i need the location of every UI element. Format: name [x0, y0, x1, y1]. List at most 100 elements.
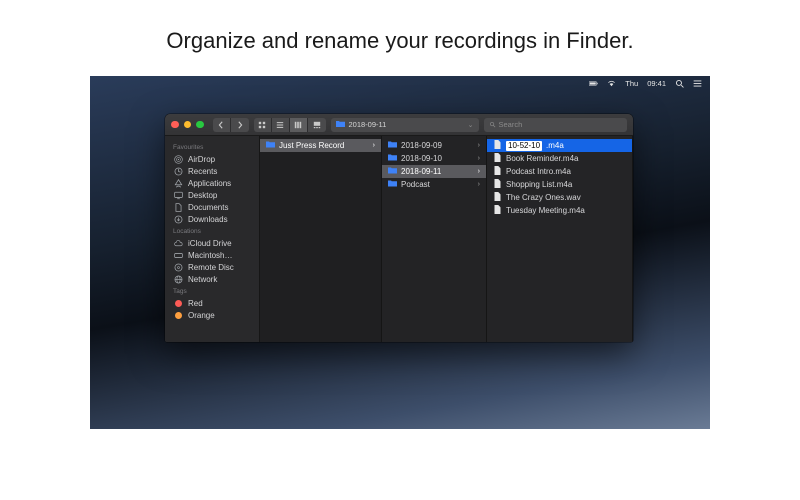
apps-icon: [173, 179, 183, 188]
folder-icon: [388, 179, 397, 190]
file-name: Tuesday Meeting.m4a: [506, 206, 585, 215]
file-name: Book Reminder.m4a: [506, 154, 578, 163]
column-3: 10-52-10.m4a Book Reminder.m4a Podcast I…: [487, 136, 633, 342]
folder-name: Just Press Record: [279, 141, 344, 150]
chevron-right-icon: ›: [478, 181, 480, 188]
folder-row[interactable]: 2018-09-09 ›: [382, 139, 486, 152]
nav-buttons: [213, 118, 249, 132]
sidebar-tag-orange[interactable]: Orange: [165, 309, 259, 321]
tag-icon: [173, 300, 183, 307]
file-row[interactable]: Tuesday Meeting.m4a: [487, 204, 632, 217]
sidebar-remote-disc[interactable]: Remote Disc: [165, 261, 259, 273]
sidebar-downloads[interactable]: Downloads: [165, 213, 259, 225]
sidebar-label: Remote Disc: [188, 263, 234, 272]
sidebar-airdrop[interactable]: AirDrop: [165, 153, 259, 165]
clock-icon: [173, 167, 183, 176]
search-field[interactable]: Search: [484, 118, 628, 132]
sidebar-label: Applications: [188, 179, 231, 188]
window-controls: [171, 121, 204, 129]
sidebar-label: Orange: [188, 311, 215, 320]
forward-button[interactable]: [231, 118, 249, 132]
folder-icon: [388, 153, 397, 164]
icon-view-button[interactable]: [254, 118, 272, 132]
spotlight-icon[interactable]: [675, 79, 684, 88]
folder-row[interactable]: 2018-09-11 ›: [382, 165, 486, 178]
desktop-icon: [173, 191, 183, 200]
macos-menubar: Thu 09:41: [581, 76, 710, 90]
file-row[interactable]: Book Reminder.m4a: [487, 152, 632, 165]
sidebar-section-header: Locations: [165, 225, 259, 237]
path-bar[interactable]: 2018-09-11 ⌄: [331, 118, 479, 132]
wifi-icon: [607, 79, 616, 88]
menubar-day: Thu: [625, 79, 638, 88]
search-placeholder: Search: [499, 120, 523, 129]
file-icon: [493, 179, 502, 190]
sidebar-recents[interactable]: Recents: [165, 165, 259, 177]
disc-icon: [173, 263, 183, 272]
folder-row[interactable]: 2018-09-10 ›: [382, 152, 486, 165]
sidebar-label: Recents: [188, 167, 217, 176]
finder-sidebar: Favourites AirDrop Recents Applications …: [165, 136, 260, 342]
cloud-icon: [173, 239, 183, 248]
column-view-button[interactable]: [290, 118, 308, 132]
menubar-time: 09:41: [647, 79, 666, 88]
file-name: Shopping List.m4a: [506, 180, 572, 189]
desktop-screenshot: Thu 09:41 2018-09-11: [90, 76, 710, 429]
file-row[interactable]: Shopping List.m4a: [487, 178, 632, 191]
sidebar-network[interactable]: Network: [165, 273, 259, 285]
gallery-view-button[interactable]: [308, 118, 326, 132]
folder-row[interactable]: Just Press Record ›: [260, 139, 381, 152]
folder-name: 2018-09-11: [401, 167, 441, 176]
battery-icon: [589, 79, 598, 88]
sidebar-label: AirDrop: [188, 155, 215, 164]
folder-name: 2018-09-09: [401, 141, 442, 150]
doc-icon: [173, 203, 183, 212]
file-icon: [493, 153, 502, 164]
sidebar-label: Documents: [188, 203, 228, 212]
list-view-button[interactable]: [272, 118, 290, 132]
network-icon: [173, 275, 183, 284]
finder-columns: Just Press Record › 2018-09-09 › 2018-09-…: [260, 136, 633, 342]
airdrop-icon: [173, 155, 183, 164]
download-icon: [173, 215, 183, 224]
folder-icon: [336, 120, 345, 130]
sidebar-section-header: Favourites: [165, 141, 259, 153]
chevron-down-icon: ⌄: [468, 121, 474, 129]
maximize-button[interactable]: [196, 121, 204, 129]
folder-name: Podcast: [401, 180, 430, 189]
file-row[interactable]: Podcast Intro.m4a: [487, 165, 632, 178]
chevron-right-icon: ›: [478, 142, 480, 149]
file-row[interactable]: 10-52-10.m4a: [487, 139, 632, 152]
sidebar-tag-red[interactable]: Red: [165, 297, 259, 309]
sidebar-label: Network: [188, 275, 217, 284]
back-button[interactable]: [213, 118, 231, 132]
sidebar-label: Red: [188, 299, 203, 308]
folder-row[interactable]: Podcast ›: [382, 178, 486, 191]
chevron-right-icon: ›: [478, 168, 480, 175]
file-icon: [493, 205, 502, 216]
sidebar-macintosh-hd[interactable]: Macintosh…: [165, 249, 259, 261]
sidebar-label: Desktop: [188, 191, 217, 200]
column-1: Just Press Record ›: [260, 136, 382, 342]
finder-window: 2018-09-11 ⌄ Search Favourites AirDrop R…: [165, 114, 633, 342]
path-bar-title: 2018-09-11: [349, 120, 387, 129]
file-icon: [493, 140, 502, 151]
sidebar-icloud[interactable]: iCloud Drive: [165, 237, 259, 249]
close-button[interactable]: [171, 121, 179, 129]
file-icon: [493, 166, 502, 177]
filename-edit-input[interactable]: 10-52-10: [506, 141, 542, 151]
notification-center-icon[interactable]: [693, 79, 702, 88]
finder-toolbar: 2018-09-11 ⌄ Search: [165, 114, 633, 136]
file-row[interactable]: The Crazy Ones.wav: [487, 191, 632, 204]
folder-name: 2018-09-10: [401, 154, 442, 163]
sidebar-desktop[interactable]: Desktop: [165, 189, 259, 201]
sidebar-documents[interactable]: Documents: [165, 201, 259, 213]
page-caption: Organize and rename your recordings in F…: [0, 0, 800, 76]
chevron-right-icon: ›: [478, 155, 480, 162]
sidebar-label: iCloud Drive: [188, 239, 232, 248]
sidebar-section-header: Tags: [165, 285, 259, 297]
file-icon: [493, 192, 502, 203]
sidebar-applications[interactable]: Applications: [165, 177, 259, 189]
minimize-button[interactable]: [184, 121, 192, 129]
sidebar-label: Downloads: [188, 215, 228, 224]
